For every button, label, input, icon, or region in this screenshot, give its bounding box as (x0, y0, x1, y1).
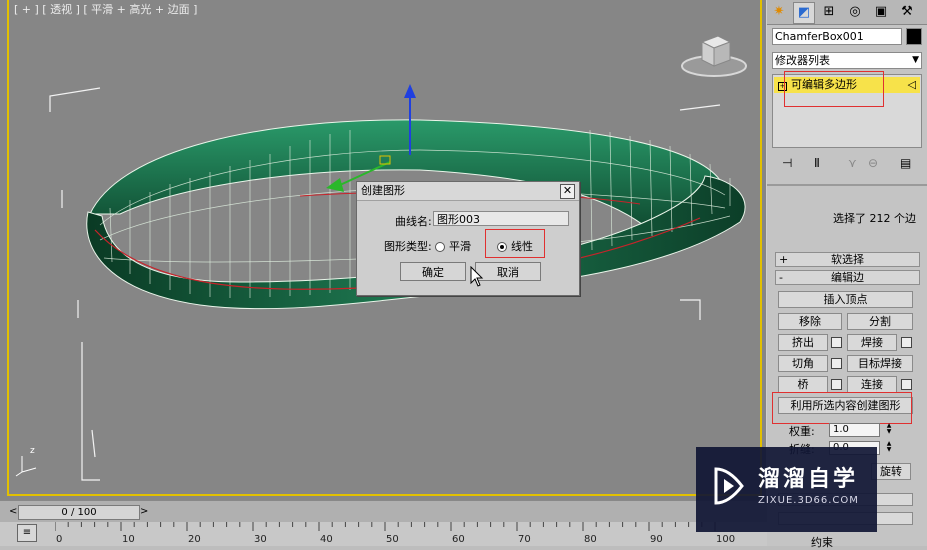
bridge-settings-icon[interactable] (831, 379, 842, 390)
ruler-tick-label: 90 (650, 534, 663, 545)
highlight-linear-option (485, 229, 545, 258)
bridge-button[interactable]: 桥 (778, 376, 828, 393)
utilities-tab-icon[interactable]: ⚒ (897, 2, 917, 22)
configure-sets-icon[interactable]: ▤ (900, 156, 911, 170)
ruler-tick-label: 40 (320, 534, 333, 545)
radio-smooth[interactable]: 平滑 (435, 238, 471, 254)
display-tab-icon[interactable]: ▣ (871, 2, 891, 22)
modifier-list-dropdown[interactable]: 修改器列表 ▼ (772, 52, 922, 69)
panel-divider (767, 184, 927, 186)
time-right-arrow[interactable]: > (140, 506, 148, 517)
radio-smooth-indicator[interactable] (435, 242, 445, 252)
remove-modifier-icon[interactable]: ⊖ (868, 156, 878, 170)
watermark-play-icon (714, 467, 744, 505)
modifier-stack[interactable]: + 可编辑多边形 ◁ (772, 71, 922, 148)
curve-name-input[interactable]: 图形003 (433, 211, 569, 226)
rollout-soft-selection[interactable]: + 软选择 (775, 252, 920, 267)
object-color-swatch[interactable] (906, 28, 922, 45)
viewcube[interactable] (680, 28, 748, 80)
radio-smooth-label: 平滑 (449, 240, 471, 253)
make-unique-icon[interactable]: ⋎ (848, 156, 857, 170)
rollout-soft-label: 软选择 (831, 253, 864, 266)
weight-spinner[interactable]: 1.0 (829, 423, 880, 437)
cancel-button[interactable]: 取消 (475, 262, 541, 281)
ruler-tick-label: 80 (584, 534, 597, 545)
object-name-field[interactable]: ChamferBox001 (772, 28, 902, 45)
ruler-tick-label: 50 (386, 534, 399, 545)
motion-tab-icon[interactable]: ◎ (845, 2, 865, 22)
shape-type-label: 图形类型: (384, 240, 432, 253)
hierarchy-tab-icon[interactable]: ⊞ (819, 2, 839, 22)
close-button[interactable]: ✕ (560, 184, 575, 199)
chamfer-settings-icon[interactable] (831, 358, 842, 369)
extrude-button[interactable]: 挤出 (778, 334, 828, 351)
crease-spinner-arrows-icon[interactable]: ▲ ▼ (885, 441, 893, 453)
extrude-settings-icon[interactable] (831, 337, 842, 348)
rollout-edit-edges[interactable]: - 编辑边 (775, 270, 920, 285)
ruler-tick-label: 100 (716, 534, 736, 545)
axis-z-label: z (30, 446, 35, 456)
panel-tabs: ✷ ◩ ⊞ ◎ ▣ ⚒ (767, 0, 927, 25)
curve-name-label: 曲线名: (395, 215, 432, 228)
ruler-tick-label: 30 (254, 534, 267, 545)
weld-button[interactable]: 焊接 (847, 334, 897, 351)
selection-info: 选择了 212 个边 (833, 212, 916, 225)
rollout-edit-sign: - (779, 271, 783, 284)
rotate-button[interactable]: 旋转 (871, 463, 911, 480)
modify-tab-icon[interactable]: ◩ (793, 2, 815, 24)
modifier-list-label: 修改器列表 (775, 54, 830, 67)
ruler-tick-label: 10 (122, 534, 135, 545)
ruler-tick-label: 0 (56, 534, 63, 545)
ruler-tick-label: 20 (188, 534, 201, 545)
dialog-title: 创建图形 (357, 182, 579, 201)
chevron-down-icon: ▼ (912, 55, 919, 65)
viewport-label[interactable]: [ + ] [ 透视 ] [ 平滑 + 高光 + 边面 ] (14, 1, 197, 17)
create-shape-dialog: 创建图形 ✕ 曲线名: 图形003 图形类型: 平滑 线性 确定 取消 (356, 181, 580, 296)
split-button[interactable]: 分割 (847, 313, 913, 330)
connect-settings-icon[interactable] (901, 379, 912, 390)
chamfer-button[interactable]: 切角 (778, 355, 828, 372)
show-end-result-icon[interactable]: Ⅱ (814, 156, 820, 170)
target-weld-button[interactable]: 目标焊接 (847, 355, 913, 372)
watermark-title: 溜溜自学 (758, 467, 859, 492)
weld-settings-icon[interactable] (901, 337, 912, 348)
constraint-label: 约束 (811, 536, 833, 549)
watermark-subtitle: ZIXUE.3D66.COM (758, 495, 859, 506)
rollout-edit-label: 编辑边 (831, 271, 864, 284)
create-tab-icon[interactable]: ✷ (769, 2, 789, 22)
ruler-tick-label: 70 (518, 534, 531, 545)
stack-toolbar: ⊣ Ⅱ ⋎ ⊖ ▤ (772, 156, 922, 176)
track-bar-icon[interactable]: ≡ (17, 524, 37, 542)
remove-button[interactable]: 移除 (778, 313, 842, 330)
insert-vertex-button[interactable]: 插入顶点 (778, 291, 913, 308)
light-bulb-icon[interactable]: ◁ (908, 77, 916, 93)
watermark-logo: 溜溜自学 ZIXUE.3D66.COM (696, 447, 877, 532)
highlight-stack-item (784, 71, 884, 107)
ruler-tick-label: 60 (452, 534, 465, 545)
axis-tripod-icon (15, 456, 37, 477)
perspective-viewport[interactable]: [ + ] [ 透视 ] [ 平滑 + 高光 + 边面 ] z 创建图形 ✕ 曲… (0, 0, 768, 500)
time-left-arrow[interactable]: < (9, 506, 17, 517)
pin-stack-icon[interactable]: ⊣ (782, 156, 792, 170)
weight-label: 权重: (789, 425, 815, 438)
highlight-create-shape (772, 392, 912, 424)
time-slider-thumb[interactable]: 0 / 100 (18, 505, 140, 520)
mouse-cursor-icon (470, 266, 484, 287)
connect-button[interactable]: 连接 (847, 376, 897, 393)
rollout-soft-sign: + (779, 253, 789, 266)
ok-button[interactable]: 确定 (400, 262, 466, 281)
weight-spinner-arrows-icon[interactable]: ▲ ▼ (885, 423, 893, 435)
